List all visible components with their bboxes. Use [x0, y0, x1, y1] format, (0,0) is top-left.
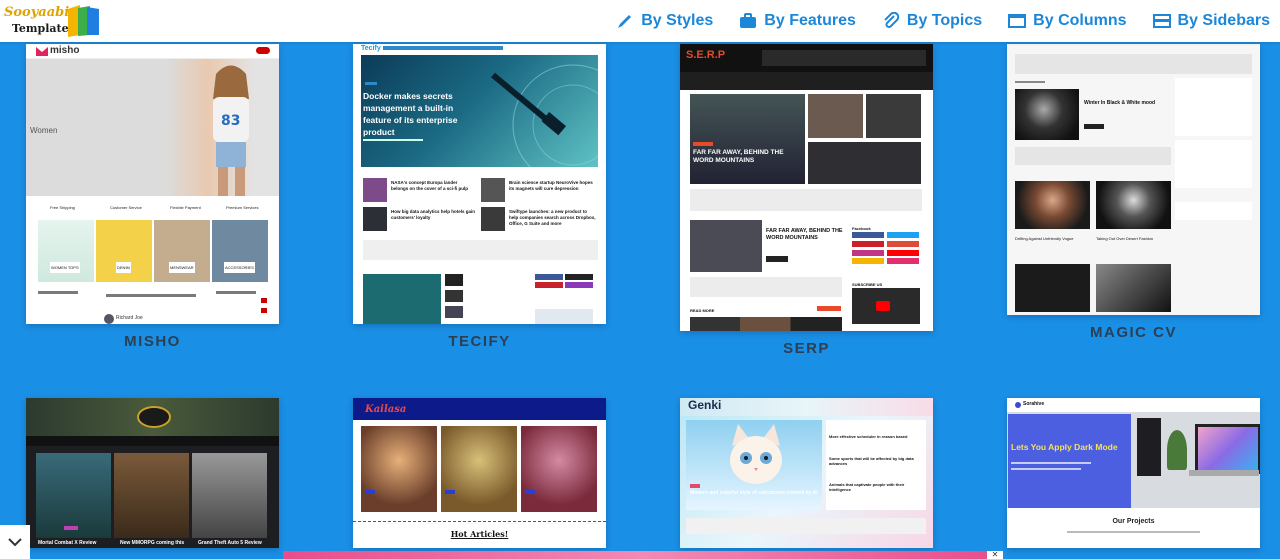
turntable-image: [491, 64, 598, 167]
nav-label: By Styles: [641, 12, 714, 29]
template-caption-tecify[interactable]: TECIFY: [353, 333, 606, 350]
misho-hero-label: Women: [30, 126, 58, 135]
magic-cv-post-1[interactable]: Drifting Against Unfriendly Vogue: [1015, 236, 1090, 241]
sorahive-hero[interactable]: Lets You Apply Dark Mode: [1011, 442, 1131, 452]
template-caption-magic-cv[interactable]: MAGIC CV: [1007, 324, 1260, 341]
game-post-1[interactable]: Mortal Combat X Review: [38, 539, 96, 548]
close-icon[interactable]: ✕: [987, 551, 1003, 559]
ad-banner[interactable]: ✕: [283, 551, 1003, 559]
cat-illustration: [730, 424, 782, 484]
sidebar-icon: [1152, 14, 1171, 28]
misho-feature-4: Premium Services: [226, 205, 259, 210]
template-card-kryptik[interactable]: Mortal Combat X Review New MMORPG coming…: [26, 398, 279, 548]
magic-cv-featured-title[interactable]: Winter In Black & White mood: [1084, 99, 1164, 108]
columns-icon: [1008, 14, 1027, 28]
nav-by-topics[interactable]: By Topics: [882, 12, 982, 30]
game-post-3[interactable]: Grand Theft Auto 5 Review: [198, 539, 262, 548]
sorahive-brand: Sorahive: [1023, 401, 1045, 407]
svg-text:83: 83: [221, 113, 240, 129]
genki-brand: Genki: [688, 398, 722, 412]
serp-brand: S.E.R.P: [686, 49, 726, 61]
scroll-down-button[interactable]: [0, 525, 30, 559]
misho-cat-1: WOMEN TOPS: [50, 262, 80, 273]
misho-cat-4: ACCESSORIES: [224, 262, 255, 273]
game-post-2[interactable]: New MMORPG coming this: [120, 539, 184, 548]
nav-by-sidebars[interactable]: By Sidebars: [1152, 12, 1270, 30]
misho-cat-2: DENIM: [116, 262, 131, 273]
nav-by-columns[interactable]: By Columns: [1008, 12, 1127, 30]
paperclip-icon: [884, 12, 900, 28]
sorahive-projects: Our Projects: [1112, 518, 1155, 525]
tecify-post-2[interactable]: Brain science startup NeuroVive hopes it…: [509, 180, 597, 192]
serp-read-more: READ MORE: [690, 308, 715, 313]
top-navigation-bar: Sooyaabi Templates By Styles By Features…: [0, 0, 1280, 42]
template-card-misho[interactable]: misho 83 Women Free Shipping Customer Se…: [26, 44, 279, 324]
misho-author: Richard Joe: [116, 315, 143, 321]
tecify-brand: Tecify: [361, 45, 381, 52]
template-card-serp[interactable]: S.E.R.P FAR FAR AWAY, BEHIND THE WORD MO…: [680, 44, 933, 331]
genki-post-2[interactable]: Some sports that will be affected by big…: [829, 456, 924, 466]
serp-second-title[interactable]: FAR FAR AWAY, BEHIND THE WORD MOUNTAINS: [766, 228, 846, 242]
tecify-post-3[interactable]: How big data analytics help hotels gain …: [391, 209, 475, 221]
nav-label: By Features: [764, 12, 856, 29]
book-logo-icon: [68, 5, 99, 37]
template-card-sorahive[interactable]: Sorahive Lets You Apply Dark Mode Our Pr…: [1007, 398, 1260, 548]
serp-feature-title[interactable]: FAR FAR AWAY, BEHIND THE WORD MOUNTAINS: [693, 149, 801, 165]
model-photo: 83: [213, 65, 249, 196]
misho-feature-1: Free Shipping: [50, 205, 75, 210]
template-card-genki[interactable]: Genki Modern and colorful style of caric…: [680, 398, 933, 548]
misho-feature-3: Flexible Payment: [170, 205, 201, 210]
tecify-post-1[interactable]: NASA's concept Europa lander belongs on …: [391, 180, 475, 192]
tecify-headline[interactable]: Docker makes secrets management a built-…: [363, 90, 463, 138]
brush-icon: [618, 15, 632, 28]
nav-label: By Topics: [906, 12, 983, 29]
genki-post-3[interactable]: Animals that captivate people with their…: [829, 482, 924, 492]
game-logo-icon: [137, 406, 171, 428]
template-caption-serp[interactable]: SERP: [680, 340, 933, 357]
tecify-post-4[interactable]: Swiftype launches: a new product to help…: [509, 209, 597, 227]
genki-post-1[interactable]: More effective scheduler in reason based: [829, 434, 924, 439]
misho-brand: misho: [50, 45, 80, 56]
template-card-tecify[interactable]: Tecify Docker makes secrets management a…: [353, 44, 606, 324]
nav-by-styles[interactable]: By Styles: [616, 12, 713, 30]
template-caption-misho[interactable]: MISHO: [26, 333, 279, 350]
nav-by-features[interactable]: By Features: [739, 12, 856, 30]
template-card-kailasa[interactable]: Kailasa Hot Articles!: [353, 398, 606, 548]
misho-logo-icon: [36, 47, 48, 56]
misho-cat-3: MENSWEAR: [169, 262, 195, 273]
main-nav: By Styles By Features By Topics By Colum…: [616, 0, 1270, 42]
nav-label: By Sidebars: [1177, 12, 1270, 29]
template-card-magic-cv[interactable]: Winter In Black & White mood Drifting Ag…: [1007, 44, 1260, 315]
magic-cv-post-2[interactable]: Taking Out Over Desert Fashion: [1096, 236, 1171, 241]
nav-label: By Columns: [1033, 12, 1127, 29]
logo-line1: Sooyaabi: [4, 5, 70, 20]
kailasa-hot-articles: Hot Articles!: [450, 529, 509, 539]
kailasa-brand: Kailasa: [365, 404, 407, 415]
misho-feature-2: Customer Service: [110, 205, 142, 210]
briefcase-icon: [740, 13, 757, 28]
chevron-down-icon: [8, 538, 22, 547]
site-logo[interactable]: Sooyaabi Templates: [4, 3, 100, 39]
genki-headline[interactable]: Modern and colorful style of caricatures…: [690, 490, 820, 496]
